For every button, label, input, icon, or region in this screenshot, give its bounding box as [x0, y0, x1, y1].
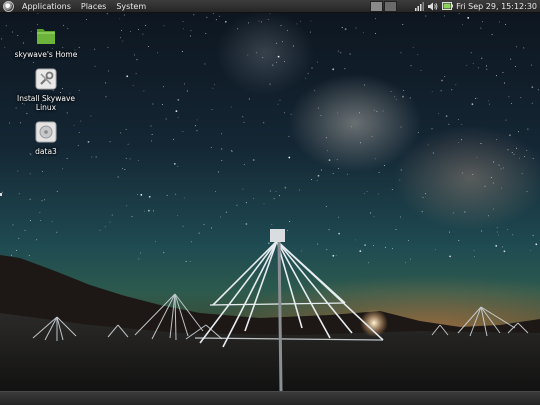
bottom-panel[interactable]	[0, 391, 540, 405]
desktop-icon-home[interactable]: skywave's Home	[8, 24, 84, 59]
desktop-icon-installer[interactable]: Install Skywave Linux	[8, 68, 84, 112]
volume-icon[interactable]	[428, 2, 438, 11]
menu-places[interactable]: Places	[76, 0, 111, 13]
desktop-icon-data3[interactable]: data3	[8, 121, 84, 156]
edge-marker	[0, 193, 2, 196]
desktop-icon-installer-label: Install Skywave Linux	[16, 94, 76, 112]
desktop-icon-home-label: skywave's Home	[14, 50, 78, 59]
workspace-1[interactable]	[370, 0, 384, 12]
workspace-2[interactable]	[384, 0, 398, 12]
workspace-switcher[interactable]	[370, 0, 398, 12]
desktop[interactable]: skywave's Home Install Skywave Linux dat…	[0, 13, 540, 391]
distro-logo-icon[interactable]	[3, 0, 14, 12]
battery-icon[interactable]	[442, 2, 454, 10]
network-signal-icon[interactable]	[415, 1, 425, 11]
desktop-icon-data3-label: data3	[35, 147, 57, 156]
clock[interactable]: Fri Sep 29, 15:12:30	[456, 0, 540, 13]
home-folder-icon	[37, 29, 55, 44]
system-tray	[415, 1, 454, 11]
menu-applications[interactable]: Applications	[17, 0, 76, 13]
installer-icon	[35, 68, 57, 90]
menu-system[interactable]: System	[111, 0, 151, 13]
top-panel: Applications Places System Fri Sep 29, 1…	[0, 0, 540, 13]
disk-drive-icon	[35, 121, 57, 143]
